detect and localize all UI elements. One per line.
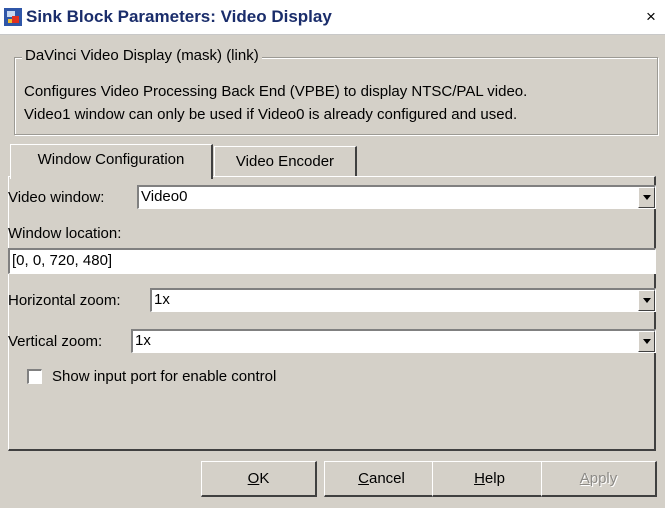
chevron-down-icon[interactable] (638, 331, 655, 352)
cancel-label-rest: ancel (368, 470, 405, 487)
apply-label-rest: pply (589, 470, 618, 487)
cancel-mnemonic: C (358, 470, 369, 487)
video-window-value: Video0 (141, 188, 188, 205)
vertical-zoom-label: Vertical zoom: (8, 333, 103, 350)
video-window-label: Video window: (8, 189, 105, 206)
description-legend: DaVinci Video Display (mask) (link) (22, 47, 262, 64)
tab-window-configuration[interactable]: Window Configuration (10, 144, 213, 179)
help-label-rest: elp (484, 470, 505, 487)
tab-panel-window-configuration (8, 176, 656, 451)
window-location-input[interactable]: [0, 0, 720, 480] (8, 248, 656, 274)
horizontal-zoom-label: Horizontal zoom: (8, 292, 121, 309)
ok-button[interactable]: OK (201, 461, 317, 497)
window-location-label: Window location: (8, 225, 122, 242)
enable-control-checkbox[interactable] (27, 369, 42, 384)
title-bar: Sink Block Parameters: Video Display × (0, 0, 665, 35)
chevron-down-icon[interactable] (638, 290, 655, 311)
ok-label-rest: K (259, 470, 270, 487)
description-line-1: Configures Video Processing Back End (VP… (24, 83, 528, 100)
help-mnemonic: H (474, 470, 485, 487)
chevron-down-icon[interactable] (638, 187, 655, 208)
description-line-2: Video1 window can only be used if Video0… (24, 106, 518, 123)
horizontal-zoom-value: 1x (154, 291, 170, 308)
vertical-zoom-value: 1x (135, 332, 151, 349)
tab-video-encoder[interactable]: Video Encoder (214, 146, 357, 177)
window-title: Sink Block Parameters: Video Display (26, 7, 332, 26)
apply-button[interactable]: Apply (541, 461, 657, 497)
video-window-select[interactable]: Video0 (137, 185, 656, 209)
enable-control-label[interactable]: Show input port for enable control (52, 368, 276, 385)
close-icon[interactable]: × (643, 8, 659, 25)
window-location-value: [0, 0, 720, 480] (12, 252, 113, 269)
help-button[interactable]: Help (432, 461, 548, 497)
cancel-button[interactable]: Cancel (324, 461, 440, 497)
ok-mnemonic: O (247, 470, 260, 487)
simulink-block-icon (4, 8, 22, 26)
horizontal-zoom-select[interactable]: 1x (150, 288, 656, 312)
vertical-zoom-select[interactable]: 1x (131, 329, 656, 353)
apply-mnemonic: A (579, 470, 590, 487)
